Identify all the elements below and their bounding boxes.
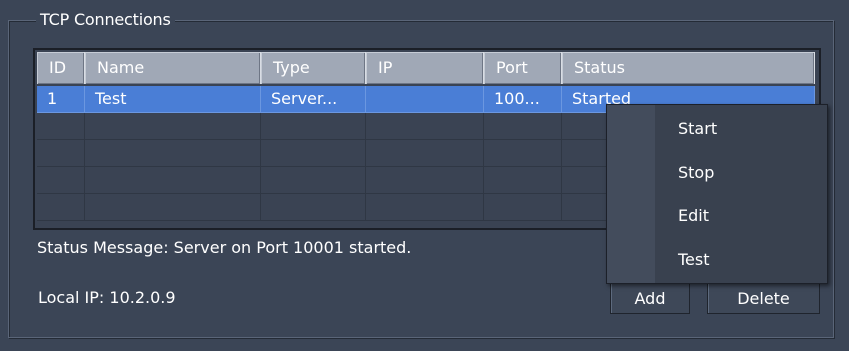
- menu-item-stop[interactable]: Stop: [607, 151, 827, 195]
- cell-port: 100...: [484, 86, 562, 113]
- cell-ip: [366, 86, 484, 113]
- cell-name: Test: [85, 86, 261, 113]
- delete-button[interactable]: Delete: [707, 282, 820, 314]
- local-ip-label: Local IP: 10.2.0.9: [38, 288, 176, 307]
- table-header: ID Name Type IP Port Status: [37, 52, 815, 84]
- column-header-id[interactable]: ID: [37, 52, 85, 84]
- menu-item-start[interactable]: Start: [607, 107, 827, 151]
- status-message: Status Message: Server on Port 10001 sta…: [37, 238, 412, 257]
- menu-item-test[interactable]: Test: [607, 238, 827, 282]
- column-header-name[interactable]: Name: [85, 52, 261, 84]
- cell-id: 1: [37, 86, 85, 113]
- cell-type: Server...: [261, 86, 366, 113]
- column-header-ip[interactable]: IP: [366, 52, 484, 84]
- column-header-status[interactable]: Status: [562, 52, 815, 84]
- menu-item-edit[interactable]: Edit: [607, 194, 827, 238]
- group-title: TCP Connections: [36, 10, 175, 30]
- add-button[interactable]: Add: [610, 282, 690, 314]
- context-menu: Start Stop Edit Test: [606, 104, 828, 284]
- column-header-type[interactable]: Type: [261, 52, 366, 84]
- column-header-port[interactable]: Port: [484, 52, 562, 84]
